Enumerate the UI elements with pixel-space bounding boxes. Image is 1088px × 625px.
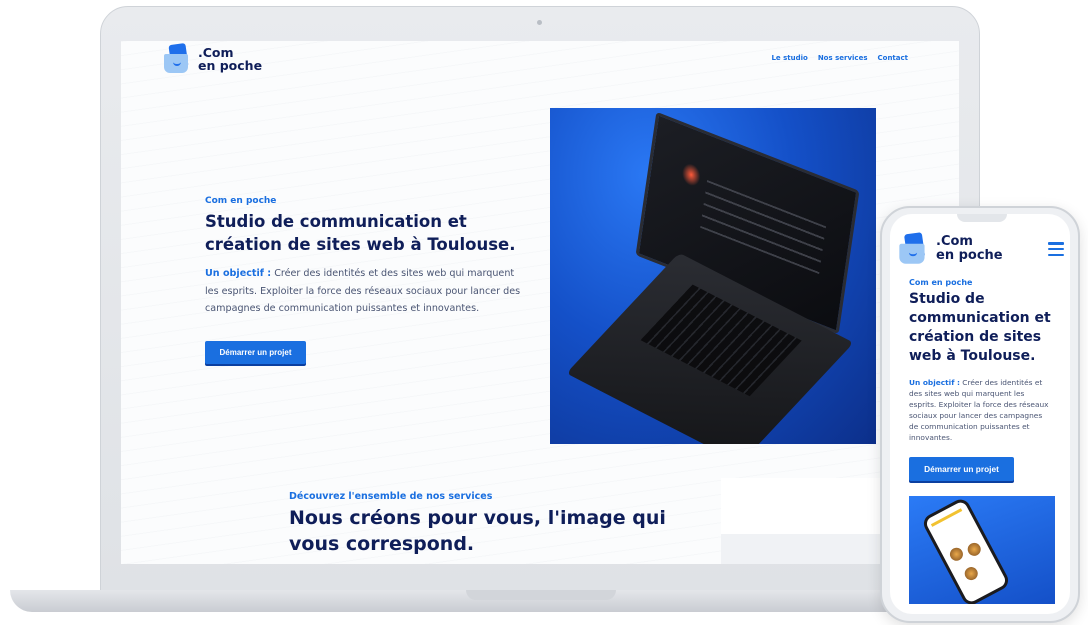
logo-line-2: en poche	[198, 58, 263, 73]
services-eyebrow: Découvrez l'ensemble de nos services	[289, 491, 493, 502]
hero-description-lead: Un objectif :	[205, 268, 272, 279]
hero-eyebrow: Com en poche	[205, 196, 277, 206]
phone-hero-eyebrow: Com en poche	[909, 278, 973, 287]
phone-hero-app-image	[909, 496, 1055, 604]
nav-item-le-studio[interactable]: Le studio	[771, 54, 807, 62]
nav-item-nos-services[interactable]: Nos services	[818, 54, 868, 62]
phone-hero-title: Studio de communication et création de s…	[909, 291, 1051, 364]
phone-logo-line-1: .Com	[936, 234, 973, 250]
main-nav: Le studio Nos services Contact	[771, 54, 908, 62]
phone-logo-line-2: en poche	[936, 248, 1003, 263]
phone-site-logo[interactable]: .Com en poche	[899, 232, 1003, 265]
phone-start-project-button[interactable]: Démarrer un projet	[909, 457, 1014, 481]
pocket-card-logo-icon	[899, 232, 926, 265]
logo-wordmark: .Com en poche	[198, 46, 262, 72]
hero-title: Studio de communication et création de s…	[205, 212, 516, 254]
laptop-camera	[537, 20, 542, 25]
services-title: Nous créons pour vous, l'image qui vous …	[289, 507, 666, 555]
laptop-notch	[466, 590, 616, 600]
phone-hero-description-lead: Un objectif :	[909, 378, 960, 387]
phone-hero-description: Un objectif : Créer des identités et des…	[909, 377, 1051, 443]
start-project-button[interactable]: Démarrer un projet	[205, 341, 306, 364]
hamburger-menu-icon[interactable]	[1048, 242, 1064, 256]
hero-laptop-image	[550, 108, 876, 444]
phone-logo-wordmark: .Com en poche	[936, 235, 1003, 262]
phone-image-smartphone	[920, 496, 1012, 604]
site-logo[interactable]: .Com en poche	[164, 42, 262, 74]
phone-notch	[957, 214, 1007, 222]
nav-item-contact[interactable]: Contact	[878, 54, 909, 62]
hero-description: Un objectif : Créer des identités et des…	[205, 265, 525, 318]
phone-hero-description-text: Créer des identités et des sites web qui…	[909, 378, 1049, 442]
pocket-card-logo-icon	[164, 42, 190, 74]
